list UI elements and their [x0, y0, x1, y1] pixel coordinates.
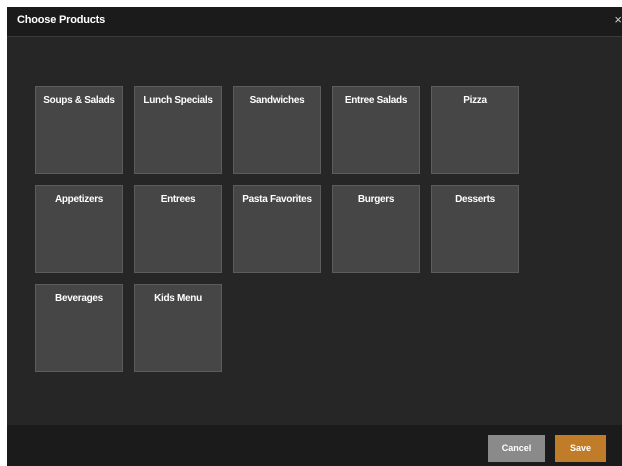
close-icon[interactable]: × [612, 13, 622, 27]
category-tile-appetizers[interactable]: Appetizers [35, 185, 123, 273]
cancel-button[interactable]: Cancel [488, 435, 545, 462]
category-label: Beverages [55, 293, 103, 304]
category-label: Pizza [463, 95, 487, 106]
dialog-footer: Cancel Save [7, 425, 622, 466]
category-label: Burgers [357, 194, 395, 205]
category-label: Entree Salads [344, 95, 408, 106]
category-tile-entrees[interactable]: Entrees [134, 185, 222, 273]
category-tile-lunch-specials[interactable]: Lunch Specials [134, 86, 222, 174]
category-tile-entree-salads[interactable]: Entree Salads [332, 86, 420, 174]
category-label: Pasta Favorites [242, 194, 312, 205]
category-tile-beverages[interactable]: Beverages [35, 284, 123, 372]
category-label: Desserts [455, 194, 495, 205]
save-button[interactable]: Save [555, 435, 606, 462]
category-tile-desserts[interactable]: Desserts [431, 185, 519, 273]
category-label: Lunch Specials [143, 95, 213, 106]
choose-products-dialog: Choose Products × Soups & Salads Lunch S… [7, 7, 622, 466]
category-label: Soups & Salads [43, 95, 115, 106]
category-tile-pizza[interactable]: Pizza [431, 86, 519, 174]
category-label: Entrees [160, 194, 196, 205]
category-label: Kids Menu [154, 293, 202, 304]
dialog-header: Choose Products × [7, 7, 622, 37]
category-tile-soups-salads[interactable]: Soups & Salads [35, 86, 123, 174]
category-tile-pasta-favorites[interactable]: Pasta Favorites [233, 185, 321, 273]
category-tile-burgers[interactable]: Burgers [332, 185, 420, 273]
category-tile-kids-menu[interactable]: Kids Menu [134, 284, 222, 372]
dialog-title: Choose Products [17, 14, 106, 26]
category-tile-sandwiches[interactable]: Sandwiches [233, 86, 321, 174]
category-label: Sandwiches [249, 95, 305, 106]
category-label: Appetizers [54, 194, 104, 205]
